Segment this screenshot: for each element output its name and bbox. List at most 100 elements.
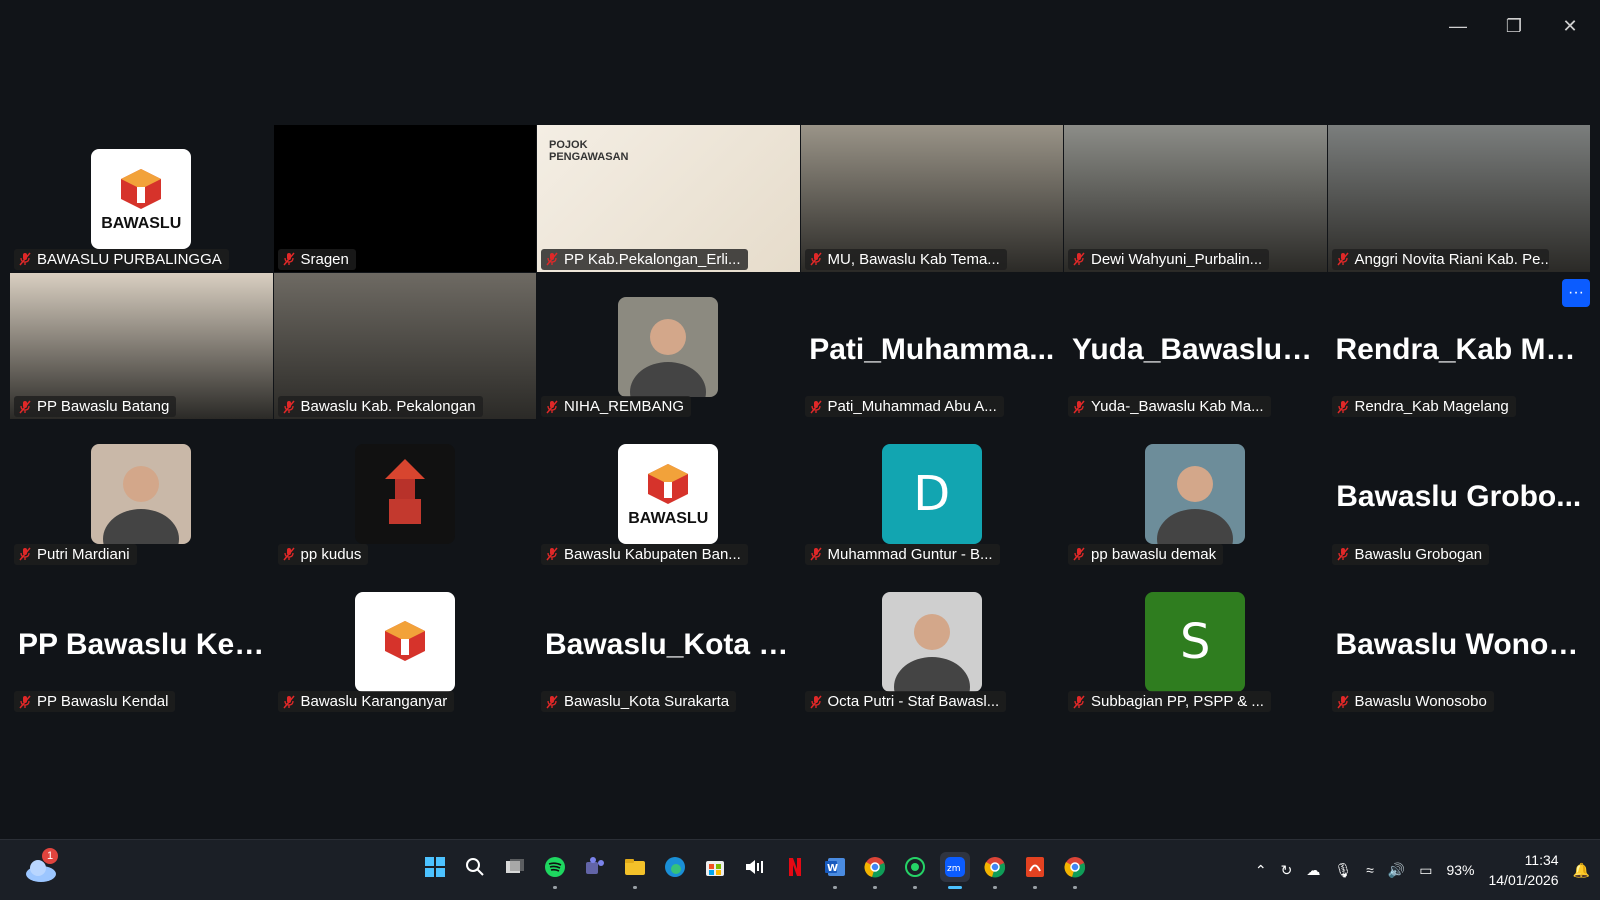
whatsapp-icon[interactable]	[900, 852, 930, 889]
mic-muted-icon	[546, 695, 558, 709]
participant-tile[interactable]: Bawaslu Grobo... Bawaslu Grobogan	[1327, 420, 1590, 567]
participant-name-label: Muhammad Guntur - B...	[804, 543, 1000, 565]
profile-photo	[91, 444, 192, 544]
participant-tile[interactable]: Yuda_Bawaslu K... Yuda-_Bawaslu Kab Ma...	[1064, 272, 1327, 419]
participant-name: pp kudus	[300, 545, 362, 563]
notification-center-icon[interactable]: 🔔	[1573, 862, 1590, 879]
mic-muted-icon	[546, 547, 558, 561]
participant-name-label: BAWASLU PURBALINGGA	[14, 248, 229, 270]
participant-name-label: Bawaslu Kab. Pekalongan	[277, 396, 483, 417]
participant-name: NIHA_REMBANG	[564, 398, 685, 415]
participant-tile[interactable]: NIHA_REMBANG	[537, 272, 800, 419]
participant-name-label: Yuda-_Bawaslu Kab Ma...	[1068, 396, 1271, 417]
close-icon[interactable]: ✕	[1552, 10, 1588, 42]
task-view-icon[interactable]	[500, 852, 530, 882]
participant-tile[interactable]: BAWASLU Bawaslu Kabupaten Ban...	[537, 420, 800, 567]
participant-tile[interactable]: Pati_Muhamma... Pati_Muhammad Abu A...	[800, 272, 1063, 419]
participant-name-label: Bawaslu Grobogan	[1331, 543, 1490, 565]
windows-start-icon[interactable]	[420, 852, 450, 882]
store-icon[interactable]	[700, 852, 730, 882]
participant-name: MU, Bawaslu Kab Tema...	[827, 250, 1000, 268]
participant-tile[interactable]: Sragen	[273, 125, 536, 272]
svg-text:W: W	[827, 863, 838, 874]
pdf-reader-icon[interactable]	[1020, 852, 1050, 889]
volume-icon[interactable]: 🔊	[1388, 862, 1405, 879]
participant-tile[interactable]: Rendra_Kab Ma... Rendra_Kab Magelang ···	[1327, 272, 1590, 419]
participant-name-label: Octa Putri - Staf Bawasl...	[804, 691, 1007, 712]
participant-tile[interactable]: BAWASLU BAWASLU PURBALINGGA	[10, 125, 273, 272]
profile-photo	[881, 591, 982, 692]
participant-name: Bawaslu Karanganyar	[300, 693, 448, 710]
onedrive-icon[interactable]: ☁	[1306, 862, 1320, 879]
participant-tile[interactable]: Bawaslu Karanganyar	[273, 567, 536, 714]
wifi-icon[interactable]: ≈	[1366, 862, 1374, 878]
participant-name-label: Subbagian PP, PSPP & ...	[1068, 691, 1271, 712]
participant-tile[interactable]: Bawaslu_Kota S... Bawaslu_Kota Surakarta	[537, 567, 800, 714]
svg-text:zm: zm	[947, 864, 961, 874]
mic-muted-icon	[19, 400, 31, 414]
participant-name-label: Rendra_Kab Magelang	[1331, 396, 1516, 417]
mic-muted-icon	[809, 547, 822, 561]
participant-tile[interactable]: D Muhammad Guntur - B...	[800, 420, 1063, 567]
avatar-letter: D	[913, 466, 951, 522]
mic-muted-icon	[809, 400, 822, 414]
participant-tile[interactable]: Dewi Wahyuni_Purbalin...	[1064, 125, 1327, 272]
participant-tile[interactable]: Bawaslu Wonos... Bawaslu Wonosobo	[1327, 567, 1590, 714]
participant-name: Bawaslu Kabupaten Ban...	[564, 545, 741, 563]
participant-tile[interactable]: pp kudus	[273, 420, 536, 567]
restore-icon[interactable]: ❐	[1496, 10, 1532, 42]
participant-name-label: Dewi Wahyuni_Purbalin...	[1068, 248, 1270, 270]
participant-tile[interactable]: Putri Mardiani	[10, 420, 273, 567]
clock[interactable]: 11:34 14/01/2026	[1488, 850, 1558, 890]
participant-tile[interactable]: Anggri Novita Riani Kab. Pe...	[1327, 125, 1590, 272]
microphone-icon[interactable]: 🎙	[1334, 862, 1352, 879]
mic-muted-icon	[1073, 547, 1085, 561]
participant-tile[interactable]: POJOK PENGAWASAN PP Kab.Pekalongan_Erli..…	[537, 125, 800, 272]
participant-name: Putri Mardiani	[37, 545, 130, 563]
netflix-icon[interactable]	[780, 852, 810, 882]
edge-icon[interactable]	[660, 852, 690, 882]
logo-text: BAWASLU	[628, 510, 709, 527]
battery-level: 93%	[1446, 862, 1475, 878]
file-explorer-icon[interactable]	[620, 852, 650, 889]
participant-name: Yuda-_Bawaslu Kab Ma...	[1091, 398, 1264, 415]
logo-avatar: BAWASLU	[618, 444, 719, 544]
participant-name: PP Bawaslu Kendal	[37, 693, 169, 710]
teams-icon[interactable]	[580, 852, 610, 882]
participant-tile[interactable]: pp bawaslu demak	[1064, 420, 1327, 567]
participant-tile[interactable]: S Subbagian PP, PSPP & ...	[1064, 567, 1327, 714]
logo-avatar	[354, 591, 455, 692]
audio-icon[interactable]	[740, 852, 770, 882]
battery-icon[interactable]: ▭	[1419, 862, 1432, 879]
spotify-icon[interactable]	[540, 852, 570, 889]
participant-name-label: pp kudus	[277, 543, 369, 565]
participant-tile[interactable]: Bawaslu Kab. Pekalongan	[273, 272, 536, 419]
chrome-icon[interactable]	[1060, 852, 1090, 889]
participant-tile[interactable]: PP Bawaslu Batang	[10, 272, 273, 419]
more-options-button[interactable]: ···	[1562, 278, 1590, 307]
participant-tile[interactable]: PP Bawaslu Ken... PP Bawaslu Kendal	[10, 567, 273, 714]
participant-name: Subbagian PP, PSPP & ...	[1091, 693, 1264, 710]
chrome-icon[interactable]	[980, 852, 1010, 889]
window-controls: — ❐ ✕	[1440, 10, 1588, 42]
mic-muted-icon	[282, 252, 295, 266]
participant-tile[interactable]: MU, Bawaslu Kab Tema...	[800, 125, 1063, 272]
participant-name: Dewi Wahyuni_Purbalin...	[1091, 250, 1263, 268]
search-icon[interactable]	[460, 852, 490, 882]
zoom-icon[interactable]: zm	[940, 852, 970, 889]
chrome-icon[interactable]	[860, 852, 890, 889]
participant-name: PP Kab.Pekalongan_Erli...	[564, 250, 741, 268]
mic-muted-icon	[19, 547, 31, 561]
mic-muted-icon	[19, 252, 31, 266]
taskbar: 1 W zm ⌃ ↻ ☁ 🎙 ≈ 🔊 ▭ 93% 11:34 14/01/202…	[0, 839, 1600, 900]
word-icon[interactable]: W	[820, 852, 850, 889]
mic-muted-icon	[546, 252, 558, 266]
sync-icon[interactable]: ↻	[1281, 862, 1293, 879]
chevron-up-icon[interactable]: ⌃	[1255, 862, 1267, 879]
mic-muted-icon	[1336, 695, 1349, 709]
participant-tile[interactable]: Octa Putri - Staf Bawasl...	[800, 567, 1063, 714]
participant-name-label: MU, Bawaslu Kab Tema...	[804, 248, 1007, 270]
minimize-icon[interactable]: —	[1440, 10, 1476, 42]
participant-display-name: Yuda_Bawaslu K...	[1072, 332, 1327, 366]
participant-name-label: Bawaslu Wonosobo	[1331, 691, 1494, 712]
